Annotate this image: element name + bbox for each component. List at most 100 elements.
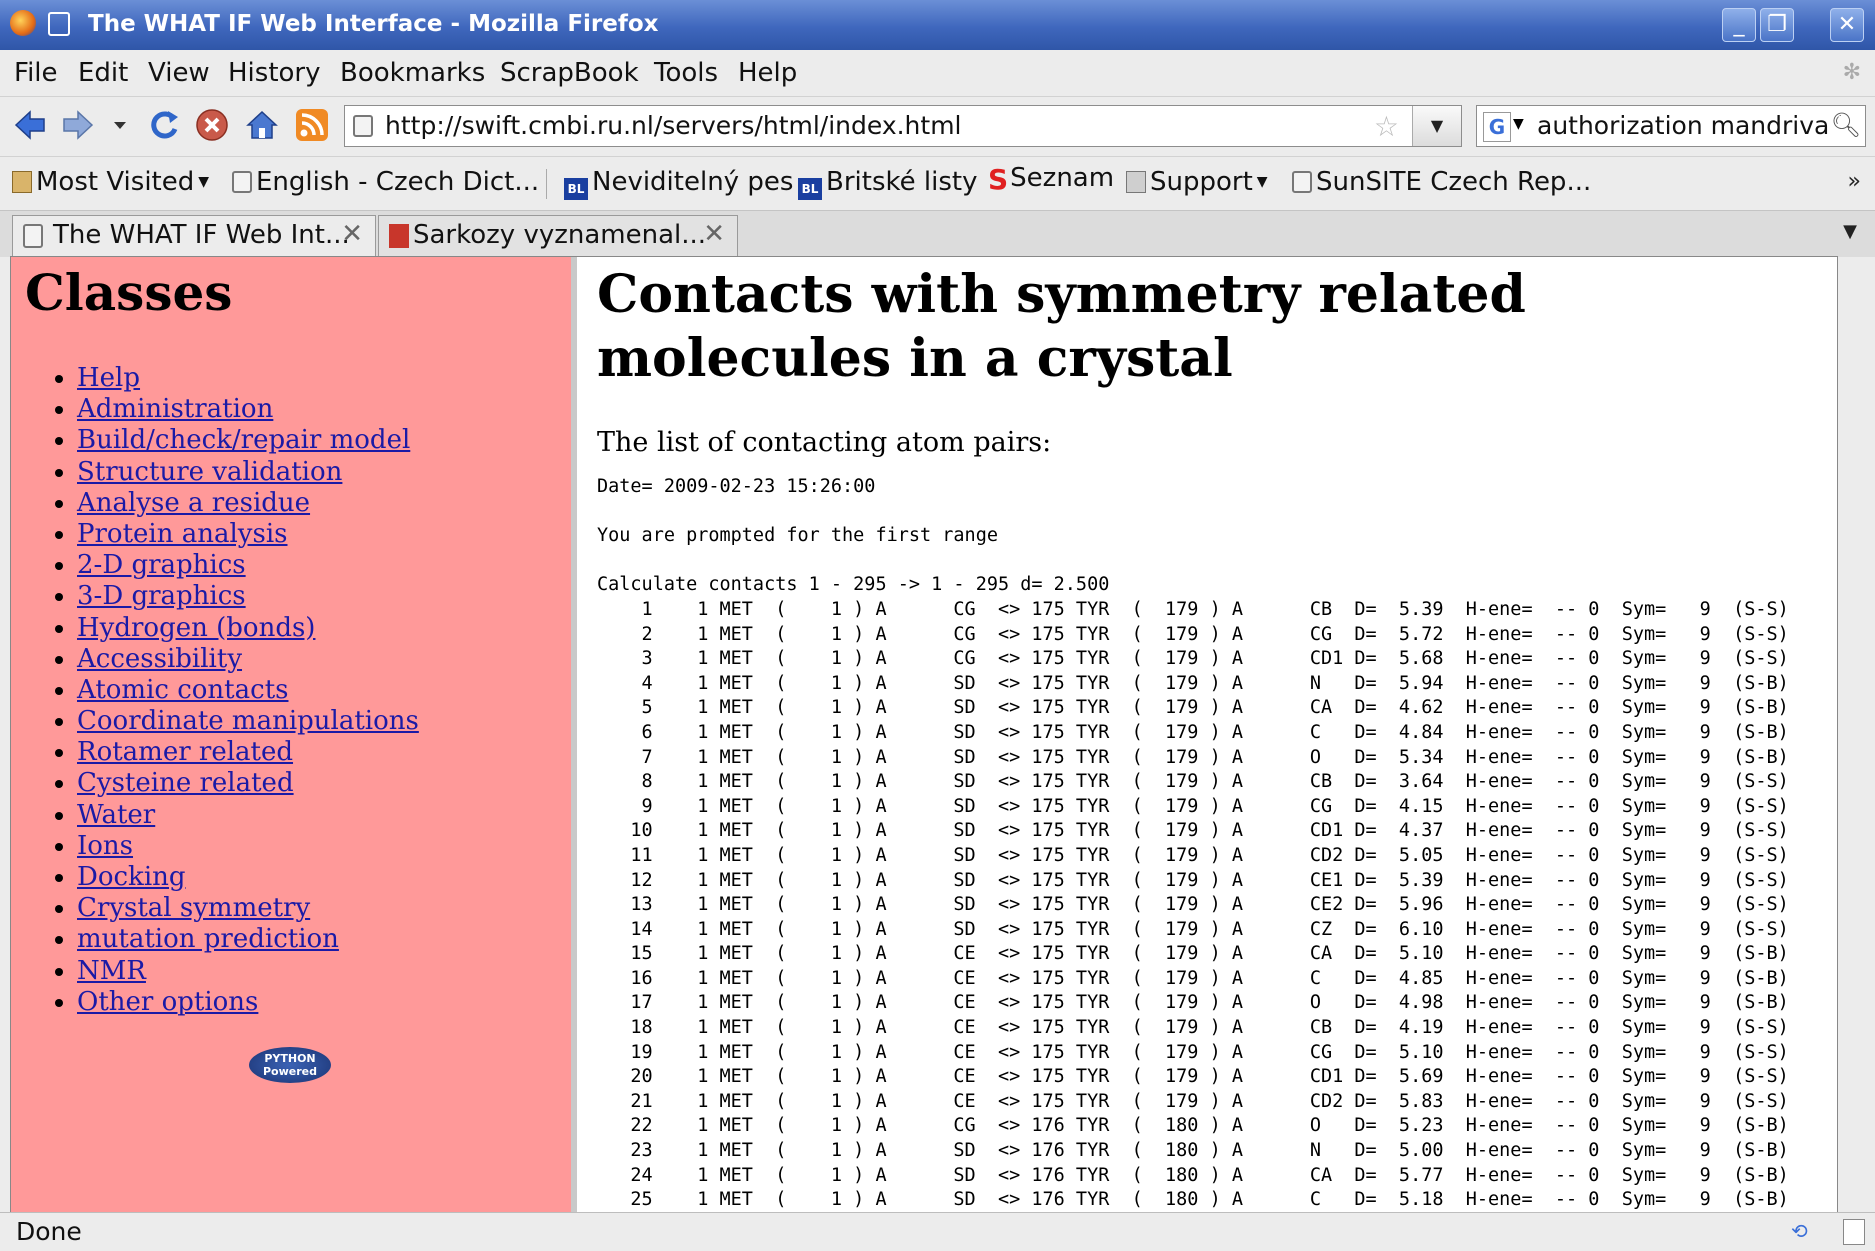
bookmark-sunsite[interactable]: SunSITE Czech Rep... xyxy=(1292,167,1591,197)
class-link[interactable]: Rotamer related xyxy=(77,737,293,767)
network-status-icon[interactable]: ⟲ xyxy=(1791,1219,1817,1245)
contact-row: 7 1 MET ( 1 ) A SD <> 175 TYR ( 179 ) A … xyxy=(641,746,1789,768)
class-list-item: Build/check/repair model xyxy=(77,425,419,456)
class-link[interactable]: Protein analysis xyxy=(77,519,288,549)
bookmark-seznam[interactable]: SSeznam xyxy=(988,163,1114,196)
python-powered-logo: PYTHON Powered xyxy=(249,1047,331,1083)
class-list-item: Water xyxy=(77,800,419,831)
url-bar[interactable]: http://swift.cmbi.ru.nl/servers/html/ind… xyxy=(344,105,1462,147)
class-list-item: 3-D graphics xyxy=(77,581,419,612)
class-link[interactable]: Hydrogen (bonds) xyxy=(77,613,315,643)
class-link[interactable]: NMR xyxy=(77,956,146,986)
folder-icon xyxy=(12,171,32,193)
title-bar: The WHAT IF Web Interface - Mozilla Fire… xyxy=(0,0,1875,50)
rss-feed-icon[interactable] xyxy=(294,107,330,143)
bookmarks-overflow-button[interactable]: » xyxy=(1848,169,1861,194)
site-identity-icon[interactable] xyxy=(353,115,373,137)
menu-bookmarks[interactable]: Bookmarks xyxy=(340,58,485,88)
class-list-item: Coordinate manipulations xyxy=(77,706,419,737)
menu-file[interactable]: File xyxy=(14,58,58,88)
class-link[interactable]: Other options xyxy=(77,987,258,1017)
search-engine-icon[interactable]: G xyxy=(1483,112,1511,142)
left-frame: Classes HelpAdministrationBuild/check/re… xyxy=(11,257,577,1213)
status-text: Done xyxy=(16,1217,82,1246)
contact-row: 25 1 MET ( 1 ) A SD <> 176 TYR ( 180 ) A… xyxy=(597,1189,1789,1211)
bookmark-english-czech[interactable]: English - Czech Dict... xyxy=(232,167,539,197)
page-title: Contacts with symmetry related molecules… xyxy=(597,264,1526,389)
class-link[interactable]: Cysteine related xyxy=(77,768,294,798)
firefox-logo-icon[interactable] xyxy=(10,10,36,36)
class-link[interactable]: Accessibility xyxy=(77,644,242,674)
calc-line: Calculate contacts 1 - 295 -> 1 - 295 d=… xyxy=(597,574,1110,596)
class-link[interactable]: Help xyxy=(77,363,140,393)
search-bar[interactable]: G ▼ authorization mandriva 🔍︎ xyxy=(1476,105,1866,147)
forward-icon[interactable] xyxy=(60,107,96,143)
tab-what-if[interactable]: The WHAT IF Web Int... ✕ xyxy=(12,215,376,257)
close-tab-icon[interactable]: ✕ xyxy=(341,219,363,249)
bookmark-britske-listy[interactable]: BL Britské listy xyxy=(798,167,977,200)
history-dropdown-icon[interactable] xyxy=(108,107,132,143)
url-text[interactable]: http://swift.cmbi.ru.nl/servers/html/ind… xyxy=(385,111,962,140)
class-link[interactable]: 3-D graphics xyxy=(77,581,246,611)
class-list-item: Structure validation xyxy=(77,457,419,488)
browser-window: The WHAT IF Web Interface - Mozilla Fire… xyxy=(0,0,1875,1251)
contact-row: 3 1 MET ( 1 ) A CG <> 175 TYR ( 179 ) A … xyxy=(641,648,1789,670)
contact-row: 15 1 MET ( 1 ) A CE <> 175 TYR ( 179 ) A… xyxy=(630,943,1789,965)
navigation-toolbar: http://swift.cmbi.ru.nl/servers/html/ind… xyxy=(0,96,1875,155)
menu-history[interactable]: History xyxy=(228,58,321,88)
menu-edit[interactable]: Edit xyxy=(78,58,128,88)
class-link[interactable]: mutation prediction xyxy=(77,924,339,954)
bookmark-neviditelny-pes[interactable]: BL Neviditelný pes xyxy=(564,167,793,200)
page-content: Classes HelpAdministrationBuild/check/re… xyxy=(10,256,1838,1214)
maximize-button[interactable]: ❐ xyxy=(1760,8,1794,42)
class-link[interactable]: Build/check/repair model xyxy=(77,425,410,455)
minimize-button[interactable]: _ xyxy=(1722,8,1756,42)
class-link[interactable]: Ions xyxy=(77,831,133,861)
contact-row: 20 1 MET ( 1 ) A CE <> 175 TYR ( 179 ) A… xyxy=(630,1066,1789,1088)
url-dropdown-button[interactable]: ▼ xyxy=(1412,106,1461,146)
reload-icon[interactable] xyxy=(146,107,182,143)
contact-row: 6 1 MET ( 1 ) A SD <> 175 TYR ( 179 ) A … xyxy=(641,721,1789,743)
bookmark-star-icon[interactable]: ☆ xyxy=(1374,110,1399,143)
contact-row: 5 1 MET ( 1 ) A SD <> 175 TYR ( 179 ) A … xyxy=(641,697,1789,719)
class-link[interactable]: Analyse a residue xyxy=(77,488,310,518)
home-icon[interactable] xyxy=(244,107,280,143)
tab-sarkozy[interactable]: Sarkozy vyznamenal... ✕ xyxy=(378,215,738,257)
class-list-item: Protein analysis xyxy=(77,519,419,550)
contact-row: 18 1 MET ( 1 ) A CE <> 175 TYR ( 179 ) A… xyxy=(630,1017,1789,1039)
class-link[interactable]: Crystal symmetry xyxy=(77,893,310,923)
window-title: The WHAT IF Web Interface - Mozilla Fire… xyxy=(88,11,659,37)
class-link[interactable]: Structure validation xyxy=(77,457,342,487)
search-engine-dropdown-icon[interactable]: ▼ xyxy=(1513,116,1524,132)
list-all-tabs-icon[interactable]: ▼ xyxy=(1843,221,1857,242)
bookmark-most-visited[interactable]: Most Visited ▼ xyxy=(12,167,209,197)
class-list-item: Crystal symmetry xyxy=(77,893,419,924)
stop-icon[interactable] xyxy=(194,107,230,143)
class-link[interactable]: Administration xyxy=(77,394,273,424)
menu-help[interactable]: Help xyxy=(738,58,797,88)
class-link[interactable]: 2-D graphics xyxy=(77,550,246,580)
back-icon[interactable] xyxy=(12,107,48,143)
right-frame: Contacts with symmetry related molecules… xyxy=(577,257,1837,1213)
page-icon xyxy=(1292,171,1312,193)
close-window-button[interactable]: ✕ xyxy=(1830,8,1864,42)
status-bar: Done ⟲ xyxy=(0,1212,1875,1251)
bookmark-support[interactable]: Support ▼ xyxy=(1126,167,1268,197)
class-link[interactable]: Docking xyxy=(77,862,186,892)
close-tab-icon[interactable]: ✕ xyxy=(703,219,725,249)
menu-scrapbook[interactable]: ScrapBook xyxy=(500,58,639,88)
search-icon[interactable]: 🔍︎ xyxy=(1830,111,1861,139)
contact-row: 13 1 MET ( 1 ) A SD <> 175 TYR ( 179 ) A… xyxy=(630,894,1789,916)
search-input[interactable]: authorization mandriva xyxy=(1537,111,1829,140)
contacts-output: Date= 2009-02-23 15:26:00 You are prompt… xyxy=(597,475,1789,1213)
contact-row: 4 1 MET ( 1 ) A SD <> 175 TYR ( 179 ) A … xyxy=(641,672,1789,694)
contact-row: 23 1 MET ( 1 ) A SD <> 176 TYR ( 180 ) A… xyxy=(630,1140,1789,1162)
prompt-line: You are prompted for the first range xyxy=(597,525,998,547)
class-link[interactable]: Atomic contacts xyxy=(77,675,288,705)
menu-tools[interactable]: Tools xyxy=(654,58,718,88)
class-link[interactable]: Coordinate manipulations xyxy=(77,706,419,736)
vertical-scrollbar[interactable]: ▲ ▼ xyxy=(1837,257,1838,1213)
status-panel-icon[interactable] xyxy=(1843,1219,1865,1245)
menu-view[interactable]: View xyxy=(148,58,210,88)
class-link[interactable]: Water xyxy=(77,800,155,830)
